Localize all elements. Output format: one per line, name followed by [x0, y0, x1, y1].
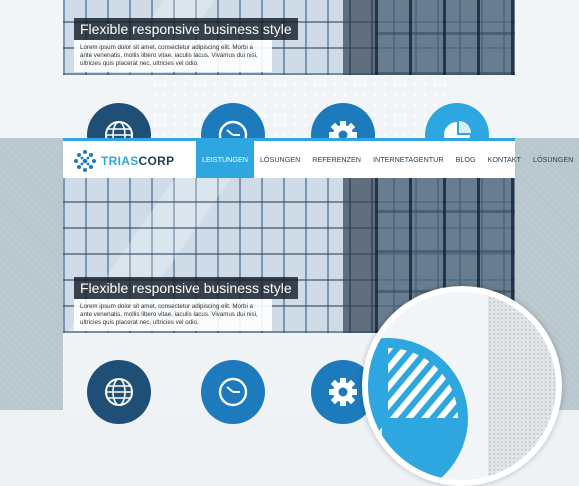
nav-item-referenzen[interactable]: REFERENZEN [306, 141, 367, 178]
nav-item-kontakt[interactable]: KONTAKT [482, 141, 527, 178]
globe-icon [105, 378, 133, 406]
hero-title: Flexible responsive business style [74, 277, 298, 299]
nav-item-blog[interactable]: BLOG [450, 141, 482, 178]
nav-item-loesungen-2[interactable]: LÖSUNGEN [527, 141, 579, 178]
brand-logo[interactable]: TRIASCORP [73, 149, 174, 173]
main-navbar: TRIASCORP LEISTUNGEN LÖSUNGEN REFERENZEN… [63, 138, 573, 178]
clock-icon [218, 377, 248, 407]
nav-menu: LEISTUNGEN LÖSUNGEN REFERENZEN INTERNETA… [196, 141, 579, 178]
brand-name-part1: TRIAS [101, 154, 139, 168]
hero-text: Lorem ipsum dolor sit amet, consectetur … [74, 299, 272, 331]
logo-hexagon-dots-icon [74, 150, 96, 172]
nav-item-internetagentur[interactable]: INTERNETAGENTUR [367, 141, 450, 178]
gear-icon [329, 378, 357, 406]
magnifier-detail [362, 286, 562, 486]
feature-globe[interactable] [87, 360, 151, 424]
brand-name-part2: CORP [138, 154, 175, 168]
nav-item-loesungen[interactable]: LÖSUNGEN [254, 141, 306, 178]
dot-pattern [150, 70, 450, 138]
nav-item-leistungen[interactable]: LEISTUNGEN [196, 141, 254, 178]
hero-title: Flexible responsive business style [74, 18, 298, 40]
hero-caption-top-preview: Flexible responsive business style Lorem… [74, 18, 298, 72]
hero-caption: Flexible responsive business style Lorem… [74, 277, 298, 331]
brand-name: TRIASCORP [101, 154, 174, 168]
hero-text: Lorem ipsum dolor sit amet, consectetur … [74, 40, 272, 72]
feature-clock[interactable] [201, 360, 265, 424]
